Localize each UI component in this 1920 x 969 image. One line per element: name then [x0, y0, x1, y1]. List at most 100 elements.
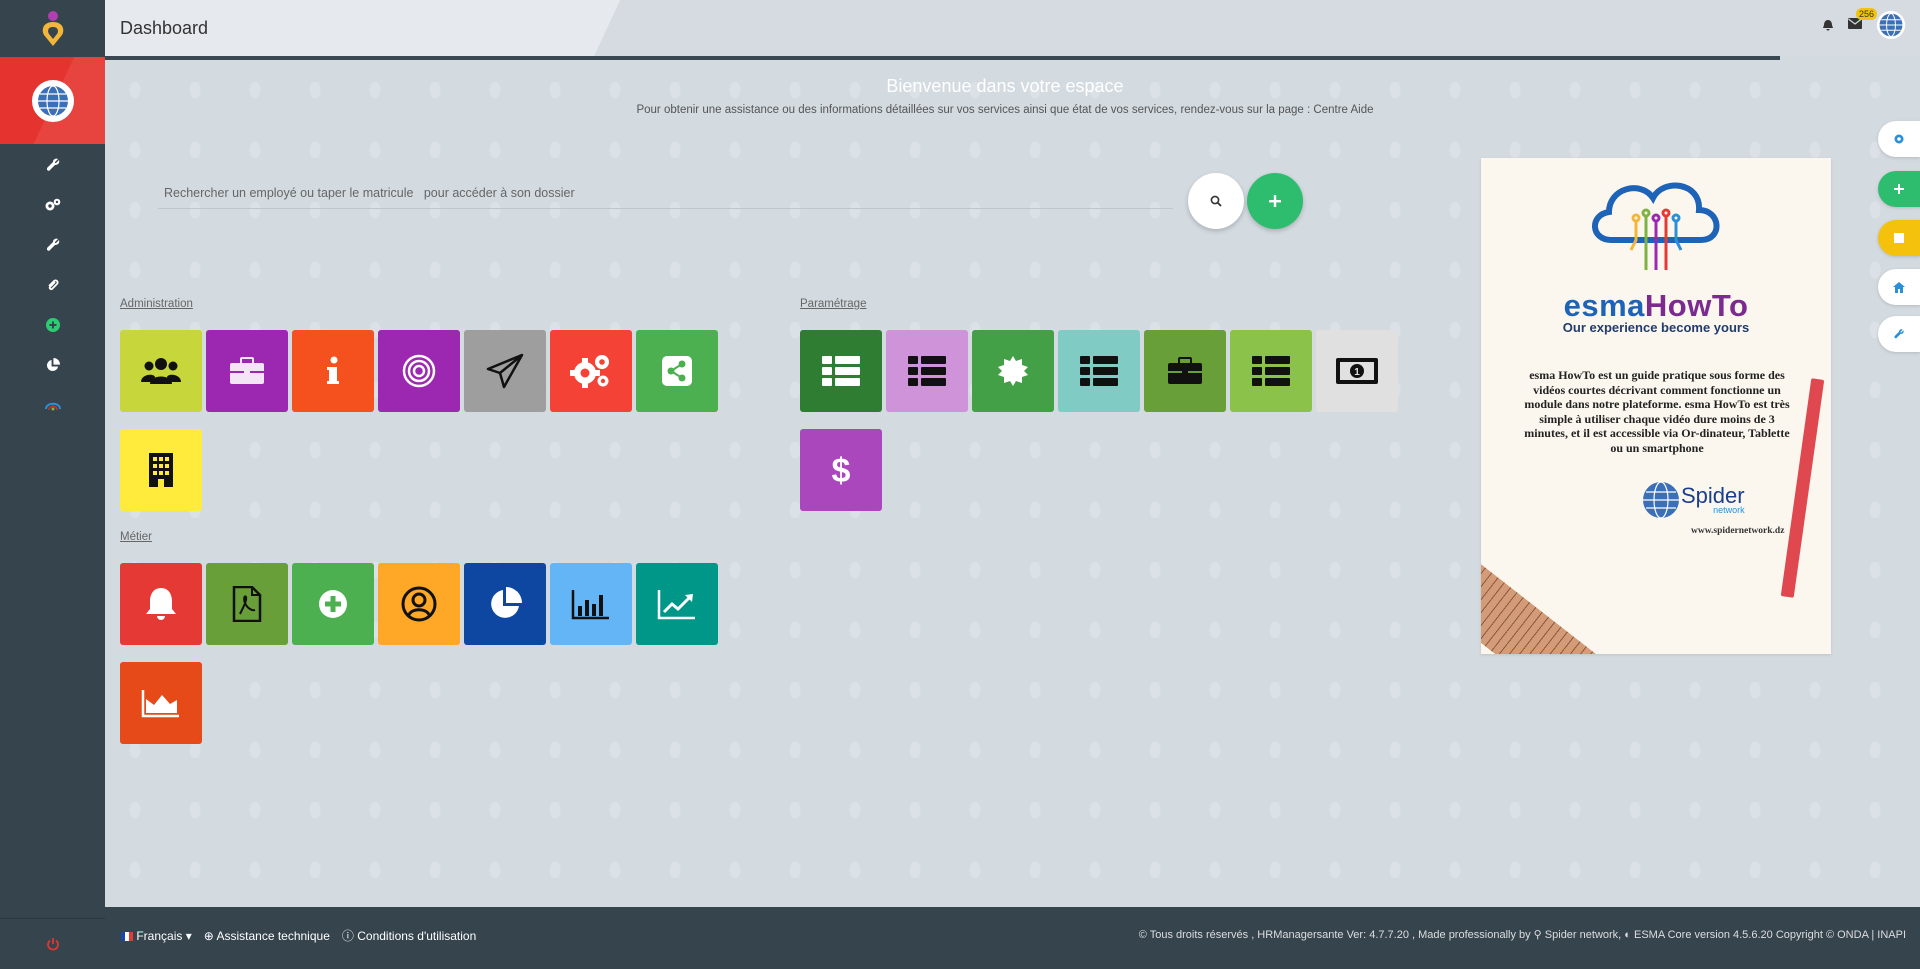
admin-tile-target[interactable]	[378, 330, 460, 412]
list-icon	[1252, 356, 1290, 386]
language-selector[interactable]: Français ▾	[121, 929, 192, 943]
search-button[interactable]	[1188, 173, 1244, 229]
admin-tile-building[interactable]	[120, 429, 202, 511]
area-chart-icon	[141, 690, 179, 718]
admin-tile-info[interactable]	[292, 330, 374, 412]
spider-globe-icon	[1643, 481, 1679, 519]
sidebar-item-attachments[interactable]	[0, 265, 105, 305]
app-logo[interactable]	[0, 0, 105, 57]
user-circle-icon	[401, 586, 437, 622]
gears-icon	[45, 198, 60, 211]
param-tile-list-2[interactable]	[1058, 330, 1140, 412]
caret-down-icon: ▾	[185, 928, 192, 943]
search-input[interactable]	[158, 178, 1181, 208]
add-employee-button[interactable]	[1247, 173, 1303, 229]
admin-tile-briefcase[interactable]	[206, 330, 288, 412]
metier-tile-area-chart[interactable]	[120, 662, 202, 744]
float-home-button[interactable]	[1878, 269, 1920, 305]
param-tile-table[interactable]	[800, 330, 882, 412]
footer-copyright: © Tous droits réservés , HRManagersante …	[1138, 929, 1906, 941]
sidebar-item-tools[interactable]	[0, 145, 105, 185]
terms-label: Conditions d'utilisation	[357, 929, 477, 943]
side-menu	[0, 145, 105, 425]
welcome-subtitle: Pour obtenir une assistance ou des infor…	[636, 104, 1374, 116]
wrench-icon	[46, 158, 59, 171]
bar-chart-icon	[571, 590, 609, 620]
float-note-button[interactable]	[1878, 220, 1920, 256]
pie-chart-icon	[46, 357, 60, 371]
building-icon	[149, 453, 173, 487]
support-label: Assistance technique	[216, 928, 330, 943]
briefcase-icon	[1168, 357, 1202, 384]
admin-tile-share[interactable]	[636, 330, 718, 412]
metier-tile-add[interactable]	[292, 563, 374, 645]
float-add-button[interactable]	[1878, 171, 1920, 207]
brand-howto: HowTo	[1644, 288, 1749, 323]
param-tile-dollar[interactable]: $	[800, 429, 882, 511]
money-icon: 1	[1336, 358, 1378, 384]
pdf-file-icon	[232, 586, 262, 622]
search-icon	[1210, 195, 1222, 207]
float-tools-button[interactable]	[1878, 316, 1920, 352]
page-title: Dashboard	[120, 18, 209, 38]
promo-description: esma HowTo est un guide pratique sous fo…	[1524, 368, 1790, 455]
param-tile-list-1[interactable]	[886, 330, 968, 412]
metier-tile-pie[interactable]	[464, 563, 546, 645]
sidebar-item-settings[interactable]	[0, 185, 105, 225]
esma-howto-promo[interactable]: esmaHowTo Our experience become yours es…	[1481, 158, 1831, 654]
info-circle-icon: ⓘ	[341, 929, 354, 943]
sidebar-item-reports[interactable]	[0, 345, 105, 385]
sidebar-item-maintenance[interactable]	[0, 225, 105, 265]
admin-tile-settings[interactable]	[550, 330, 632, 412]
metier-tile-bar-chart[interactable]	[550, 563, 632, 645]
mail-button[interactable]: 256	[1848, 8, 1878, 34]
metier-tile-line-chart[interactable]	[636, 563, 718, 645]
param-tile-list-3[interactable]	[1230, 330, 1312, 412]
metier-tile-profile[interactable]	[378, 563, 460, 645]
metier-tile-alerts[interactable]	[120, 563, 202, 645]
plus-circle-icon	[45, 318, 60, 332]
promo-website: www.spidernetwork.dz	[1691, 526, 1785, 536]
spider-network-icon	[44, 402, 61, 411]
param-tile-briefcase[interactable]	[1144, 330, 1226, 412]
section-metier-label: Métier	[120, 531, 152, 543]
param-tile-certificate[interactable]	[972, 330, 1054, 412]
briefcase-icon	[230, 357, 264, 384]
wrench-icon	[1894, 329, 1904, 339]
admin-tile-users[interactable]	[120, 330, 202, 412]
cloud-circuit-icon	[1592, 182, 1720, 270]
bell-icon	[146, 588, 176, 620]
power-icon	[46, 938, 59, 951]
language-label: Français	[136, 928, 183, 943]
svg-text:1: 1	[1354, 367, 1360, 378]
notification-bell-icon[interactable]	[1822, 19, 1834, 32]
plus-icon	[1894, 184, 1904, 194]
metier-tile-pdf[interactable]	[206, 563, 288, 645]
user-avatar-icon[interactable]	[1876, 10, 1906, 40]
welcome-title: Bienvenue dans votre espace	[886, 76, 1124, 96]
target-icon	[402, 354, 436, 388]
top-header: Dashboard 256	[105, 0, 1920, 56]
float-settings-button[interactable]	[1878, 121, 1920, 157]
terms-link[interactable]: ⓘ Conditions d'utilisation	[342, 927, 476, 944]
brand-esma: esma	[1563, 288, 1645, 323]
logout-button[interactable]	[0, 918, 105, 969]
logo-icon	[42, 10, 63, 46]
param-tile-money[interactable]: 1	[1316, 330, 1398, 412]
user-avatar-panel[interactable]	[0, 57, 105, 144]
share-icon	[662, 356, 692, 386]
support-link[interactable]: ⊕ Assistance technique	[204, 929, 330, 943]
pie-chart-icon	[491, 587, 522, 618]
admin-tile-send[interactable]	[464, 330, 546, 412]
line-chart-icon	[657, 590, 695, 620]
sidebar-item-network[interactable]	[0, 385, 105, 425]
paper-plane-icon	[486, 353, 524, 389]
employee-search	[158, 178, 1181, 209]
users-icon	[141, 358, 181, 384]
wrench-icon	[46, 238, 59, 251]
globe-icon	[37, 84, 68, 117]
info-icon	[327, 356, 339, 384]
promo-spider-logo: Spider network	[1681, 483, 1745, 515]
sidebar-item-add[interactable]	[0, 305, 105, 345]
mail-count-badge: 256	[1856, 8, 1878, 20]
